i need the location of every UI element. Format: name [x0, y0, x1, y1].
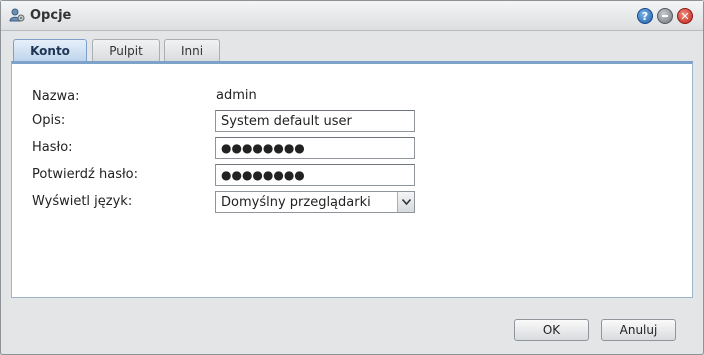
language-select-value: Domyślny przeglądarki: [221, 195, 371, 210]
confirm-password-input[interactable]: [215, 164, 415, 186]
password-label: Hasło:: [32, 140, 73, 155]
close-icon[interactable]: ✕: [677, 8, 693, 24]
minimize-icon[interactable]: [657, 8, 673, 24]
tab-pulpit[interactable]: Pulpit: [92, 39, 160, 61]
name-label: Nazwa:: [32, 89, 80, 104]
chevron-down-icon[interactable]: [397, 192, 414, 212]
confirm-password-row: Potwierdź hasło:: [32, 164, 432, 186]
password-input[interactable]: [215, 137, 415, 159]
description-input[interactable]: [215, 110, 415, 132]
options-dialog: Opcje ? ✕ Konto Pulpit Inni Nazwa: admin…: [0, 0, 704, 355]
account-panel: Nazwa: admin Opis: Hasło: Potwierdź hasł…: [11, 61, 693, 298]
window-title: Opcje: [30, 8, 72, 23]
ok-button[interactable]: OK: [514, 319, 589, 341]
tab-konto[interactable]: Konto: [13, 39, 87, 62]
description-row: Opis:: [32, 110, 432, 132]
cancel-button[interactable]: Anuluj: [601, 319, 676, 341]
title-bar[interactable]: Opcje ? ✕: [1, 1, 703, 31]
password-row: Hasło:: [32, 137, 432, 159]
name-value: admin: [216, 88, 257, 103]
language-label: Wyświetl język:: [32, 194, 133, 209]
confirm-password-label: Potwierdź hasło:: [32, 167, 138, 182]
tab-inni[interactable]: Inni: [164, 39, 220, 61]
user-settings-icon: [9, 7, 25, 23]
name-row: Nazwa: admin: [32, 86, 432, 108]
help-icon[interactable]: ?: [637, 8, 653, 24]
language-select[interactable]: Domyślny przeglądarki: [215, 191, 415, 213]
description-label: Opis:: [32, 113, 66, 128]
language-row: Wyświetl język: Domyślny przeglądarki: [32, 191, 432, 213]
